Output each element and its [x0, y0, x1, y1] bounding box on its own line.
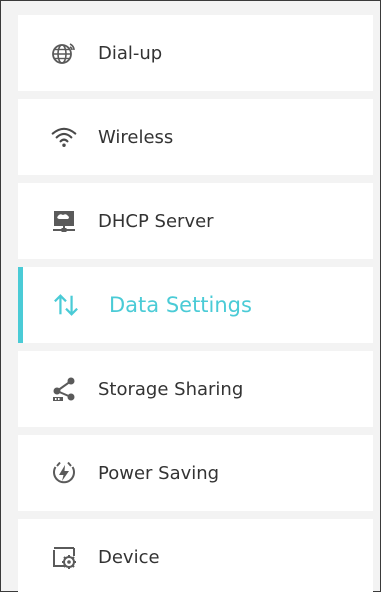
data-arrows-icon — [53, 292, 79, 318]
menu-item-label: Wireless — [98, 126, 174, 148]
settings-menu: Dial-up Wireless DHCP Server Data Settin… — [18, 15, 373, 603]
storage-share-icon — [51, 376, 77, 402]
menu-item-label: DHCP Server — [98, 210, 214, 232]
menu-item-device[interactable]: Device — [18, 519, 373, 595]
dhcp-server-icon — [51, 208, 77, 234]
menu-item-label: Dial-up — [98, 42, 163, 64]
menu-item-dhcp-server[interactable]: DHCP Server — [18, 183, 373, 259]
menu-item-data-settings[interactable]: Data Settings — [18, 267, 373, 343]
menu-item-label: Data Settings — [109, 293, 252, 317]
menu-item-wireless[interactable]: Wireless — [18, 99, 373, 175]
wifi-icon — [51, 124, 77, 150]
menu-item-label: Device — [98, 546, 160, 568]
menu-item-power-saving[interactable]: Power Saving — [18, 435, 373, 511]
settings-sidebar-frame: Dial-up Wireless DHCP Server Data Settin… — [0, 0, 381, 595]
menu-item-label: Storage Sharing — [98, 378, 244, 400]
device-gear-icon — [51, 544, 77, 570]
globe-antenna-icon — [51, 40, 77, 66]
power-bolt-icon — [51, 460, 77, 486]
menu-item-dial-up[interactable]: Dial-up — [18, 15, 373, 91]
menu-item-label: Power Saving — [98, 462, 220, 484]
menu-item-storage-sharing[interactable]: Storage Sharing — [18, 351, 373, 427]
